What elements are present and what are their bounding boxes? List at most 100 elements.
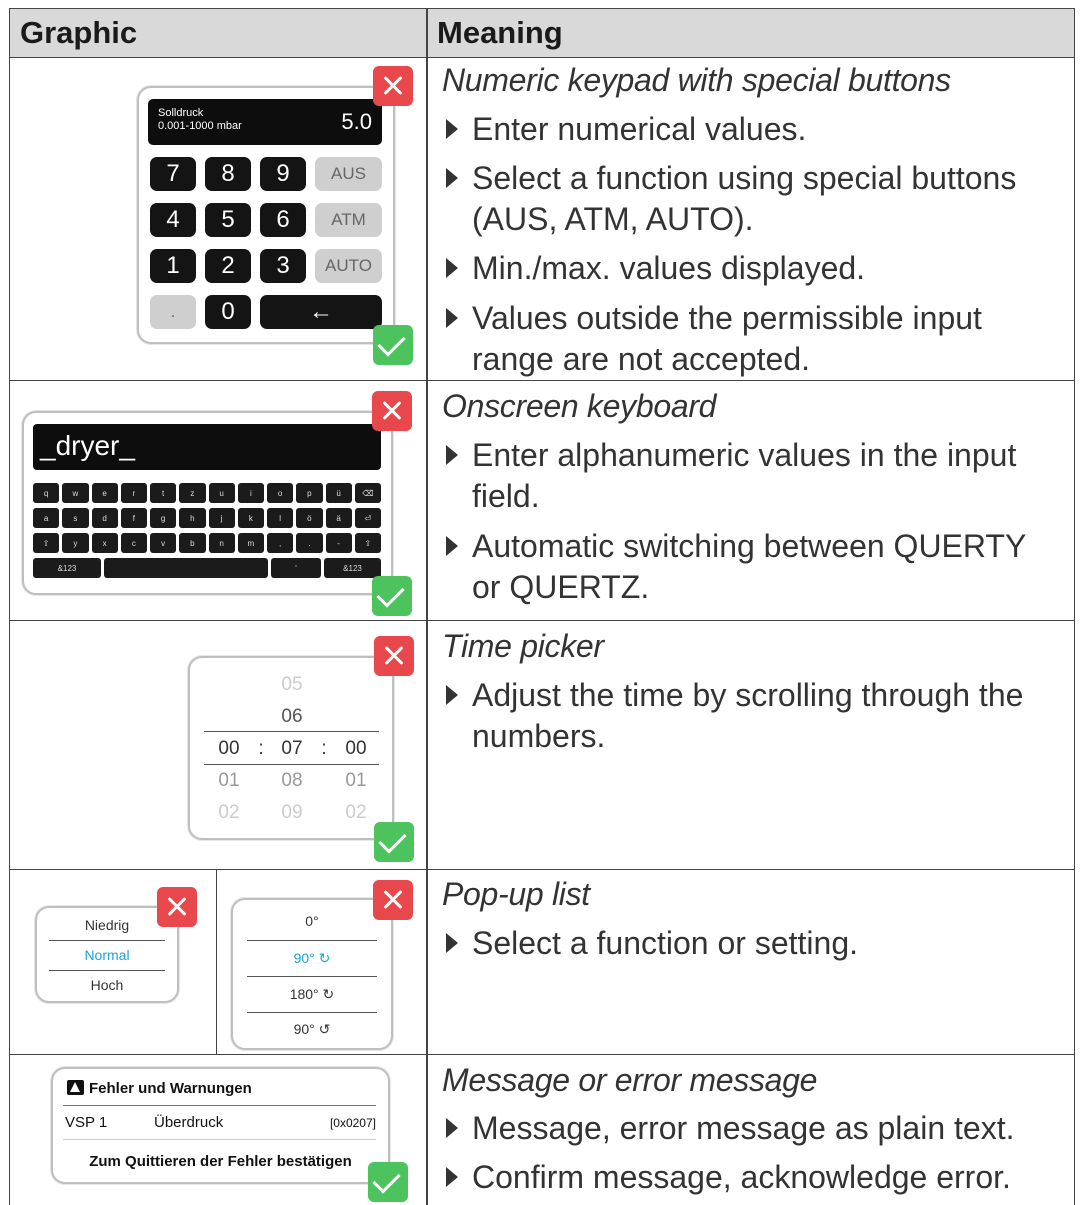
keyboard-key[interactable]: e — [91, 483, 118, 503]
bullet-item: Automatic switching between QUERTY or QU… — [442, 526, 1062, 608]
keyboard-key[interactable]: p — [296, 483, 323, 503]
keyboard-key[interactable]: c — [120, 533, 147, 553]
popup-item[interactable]: 90° ↺ — [233, 1021, 391, 1038]
row-title-time-picker: Time picker — [442, 628, 604, 664]
header-meaning: Meaning — [437, 15, 563, 50]
keyboard-key[interactable]: ä — [325, 508, 352, 528]
keyboard-key[interactable]: y — [62, 533, 89, 553]
backspace-key[interactable]: ← — [260, 295, 382, 329]
key-7[interactable]: 7 — [150, 157, 196, 191]
keyboard-key[interactable]: l — [267, 508, 294, 528]
keyboard-key[interactable]: k — [237, 508, 264, 528]
table-border-left — [9, 8, 10, 1205]
message-divider — [63, 1105, 376, 1106]
bullet-item: Confirm message, acknowledge error. — [442, 1157, 1062, 1198]
keyboard-input-text: _dryer_ — [40, 430, 135, 461]
keyboard-key[interactable]: - — [325, 533, 352, 553]
keyboard-key[interactable]: z — [179, 483, 206, 503]
bullet-item: Enter numerical values. — [442, 109, 1062, 150]
popup-item[interactable]: Niedrig — [37, 917, 177, 933]
bullet-item: Adjust the time by scrolling through the… — [442, 675, 1062, 757]
keyboard-key[interactable]: ⇧ — [354, 533, 381, 553]
close-icon[interactable] — [373, 880, 413, 920]
popup-item-selected[interactable]: 90° ↻ — [233, 950, 391, 967]
keyboard-input-field[interactable]: _dryer_ — [33, 424, 381, 470]
keyboard-key[interactable]: x — [91, 533, 118, 553]
key-decimal[interactable]: . — [150, 295, 196, 329]
message-error-code: [0x0207] — [329, 1116, 376, 1130]
key-aus[interactable]: AUS — [315, 157, 382, 191]
keyboard-key[interactable]: v — [150, 533, 177, 553]
space-key[interactable] — [104, 558, 268, 578]
keyboard-key[interactable]: t — [150, 483, 177, 503]
keyboard-key[interactable]: n — [208, 533, 235, 553]
keyboard-key[interactable]: a — [33, 508, 60, 528]
message-title: Fehler und Warnungen — [89, 1080, 252, 1097]
popup-item-selected[interactable]: Normal — [37, 947, 177, 963]
keyboard-key[interactable]: i — [237, 483, 264, 503]
table-row-divider — [9, 1054, 1075, 1055]
keyboard-key[interactable]: r — [120, 483, 147, 503]
keyboard-key[interactable]: ö — [296, 508, 323, 528]
tp-selection-bottom-line — [204, 764, 379, 765]
confirm-check-icon[interactable] — [372, 576, 412, 616]
key-atm[interactable]: ATM — [315, 203, 382, 237]
keyboard-key[interactable]: j — [208, 508, 235, 528]
close-icon[interactable] — [157, 887, 197, 927]
popup-item[interactable]: 0° — [233, 913, 391, 929]
keyboard-key[interactable]: m — [237, 533, 264, 553]
keyboard-key[interactable]: , — [267, 533, 294, 553]
error-message-panel: Fehler und Warnungen VSP 1 Überdruck [0x… — [51, 1067, 390, 1184]
confirm-check-icon[interactable] — [374, 822, 414, 862]
keyboard-key[interactable]: ⌫ — [354, 483, 381, 503]
popup-column-divider — [216, 869, 217, 1054]
keyboard-key[interactable]: f — [120, 508, 147, 528]
popup-item[interactable]: 180° ↻ — [233, 986, 391, 1003]
keyboard-key[interactable]: d — [91, 508, 118, 528]
popup-divider — [247, 1012, 377, 1013]
keyboard-key[interactable]: w — [62, 483, 89, 503]
row-title-message: Message or error message — [442, 1062, 818, 1098]
keyboard-key[interactable]: u — [208, 483, 235, 503]
keyboard-key[interactable]: q — [33, 483, 60, 503]
tp-second-selected[interactable]: 00 — [331, 738, 381, 760]
tp-minute[interactable]: 06 — [267, 706, 317, 728]
key-3[interactable]: 3 — [260, 249, 306, 283]
confirm-check-icon[interactable] — [373, 325, 413, 365]
tp-hour[interactable]: 02 — [204, 802, 254, 824]
keyboard-key[interactable]: ⏎ — [354, 508, 381, 528]
keyboard-key[interactable]: o — [267, 483, 294, 503]
key-auto[interactable]: AUTO — [315, 249, 382, 283]
confirm-check-icon[interactable] — [368, 1162, 408, 1202]
key-9[interactable]: 9 — [260, 157, 306, 191]
keyboard-key[interactable]: ⇧ — [33, 533, 60, 553]
tp-hour[interactable]: 01 — [204, 770, 254, 792]
tp-minute[interactable]: 05 — [267, 674, 317, 696]
keyboard-key[interactable]: g — [150, 508, 177, 528]
tp-second[interactable]: 02 — [331, 802, 381, 824]
popup-item[interactable]: Hoch — [37, 977, 177, 993]
keyboard-key[interactable]: ü — [325, 483, 352, 503]
tp-minute[interactable]: 09 — [267, 802, 317, 824]
keyboard-key[interactable]: &123 — [324, 558, 381, 578]
keyboard-key[interactable]: b — [179, 533, 206, 553]
key-1[interactable]: 1 — [150, 249, 196, 283]
tp-second[interactable]: 01 — [331, 770, 381, 792]
key-4[interactable]: 4 — [150, 203, 196, 237]
keyboard-key[interactable]: . — [296, 533, 323, 553]
keyboard-key[interactable]: h — [179, 508, 206, 528]
key-8[interactable]: 8 — [205, 157, 251, 191]
key-5[interactable]: 5 — [205, 203, 251, 237]
keyboard-key[interactable]: s — [62, 508, 89, 528]
key-0[interactable]: 0 — [205, 295, 251, 329]
numeric-keypad-panel: Solldruck 0.001-1000 mbar 5.0 7 8 9 AUS … — [137, 86, 395, 344]
close-icon[interactable] — [374, 636, 414, 676]
tp-minute[interactable]: 08 — [267, 770, 317, 792]
close-icon[interactable] — [372, 391, 412, 431]
key-2[interactable]: 2 — [205, 249, 251, 283]
keyboard-key[interactable]: ' — [271, 558, 321, 578]
row-title-keyboard: Onscreen keyboard — [442, 388, 717, 424]
key-6[interactable]: 6 — [260, 203, 306, 237]
close-icon[interactable] — [373, 66, 413, 106]
keyboard-key[interactable]: &123 — [33, 558, 101, 578]
